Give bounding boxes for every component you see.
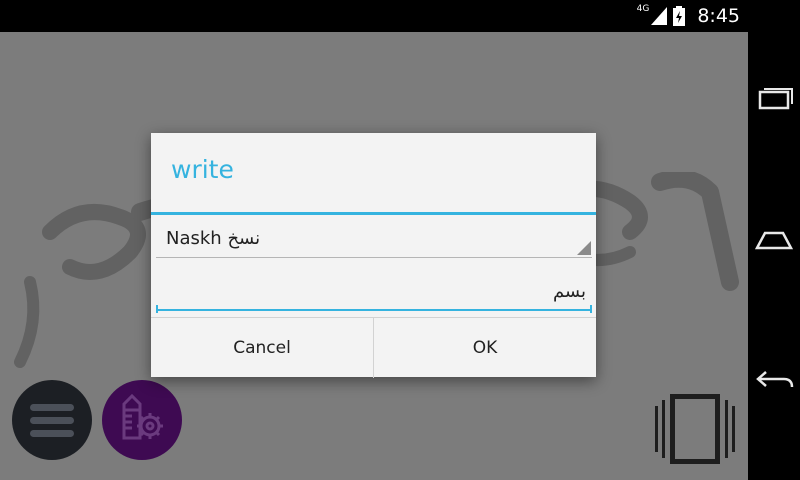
dialog-button-bar: Cancel OK	[151, 317, 596, 378]
menu-button[interactable]	[12, 380, 92, 460]
title-divider	[151, 212, 596, 215]
frame-icon[interactable]	[652, 394, 738, 464]
input-underline-right-tick	[590, 305, 592, 313]
font-style-dropdown[interactable]: Naskh نسخ	[156, 221, 592, 258]
clock: 8:45	[697, 5, 740, 27]
ok-button[interactable]: OK	[374, 318, 596, 378]
status-icons: 4G 8:45	[633, 0, 740, 32]
signal-icon	[651, 7, 668, 25]
home-icon	[754, 231, 794, 250]
home-button[interactable]	[754, 220, 794, 260]
cancel-button[interactable]: Cancel	[151, 318, 373, 378]
text-input[interactable]	[156, 273, 592, 311]
dialog-title: write	[171, 155, 234, 184]
dropdown-arrow-icon	[577, 241, 591, 255]
back-button[interactable]	[754, 360, 794, 400]
status-bar: 4G 8:45	[0, 0, 800, 32]
font-style-selected: Naskh نسخ	[166, 228, 261, 249]
battery-icon	[673, 6, 686, 26]
write-dialog: write Naskh نسخ Cancel OK	[151, 133, 596, 378]
navigation-bar	[748, 0, 800, 480]
network-type-label: 4G	[636, 4, 650, 14]
input-underline-left-tick	[156, 305, 158, 313]
hamburger-icon	[30, 404, 74, 437]
back-icon	[756, 371, 794, 388]
pencil-gear-icon	[122, 393, 163, 440]
tools-settings-button[interactable]	[102, 380, 182, 460]
recent-apps-button[interactable]	[754, 80, 794, 120]
recent-apps-icon	[758, 88, 793, 110]
